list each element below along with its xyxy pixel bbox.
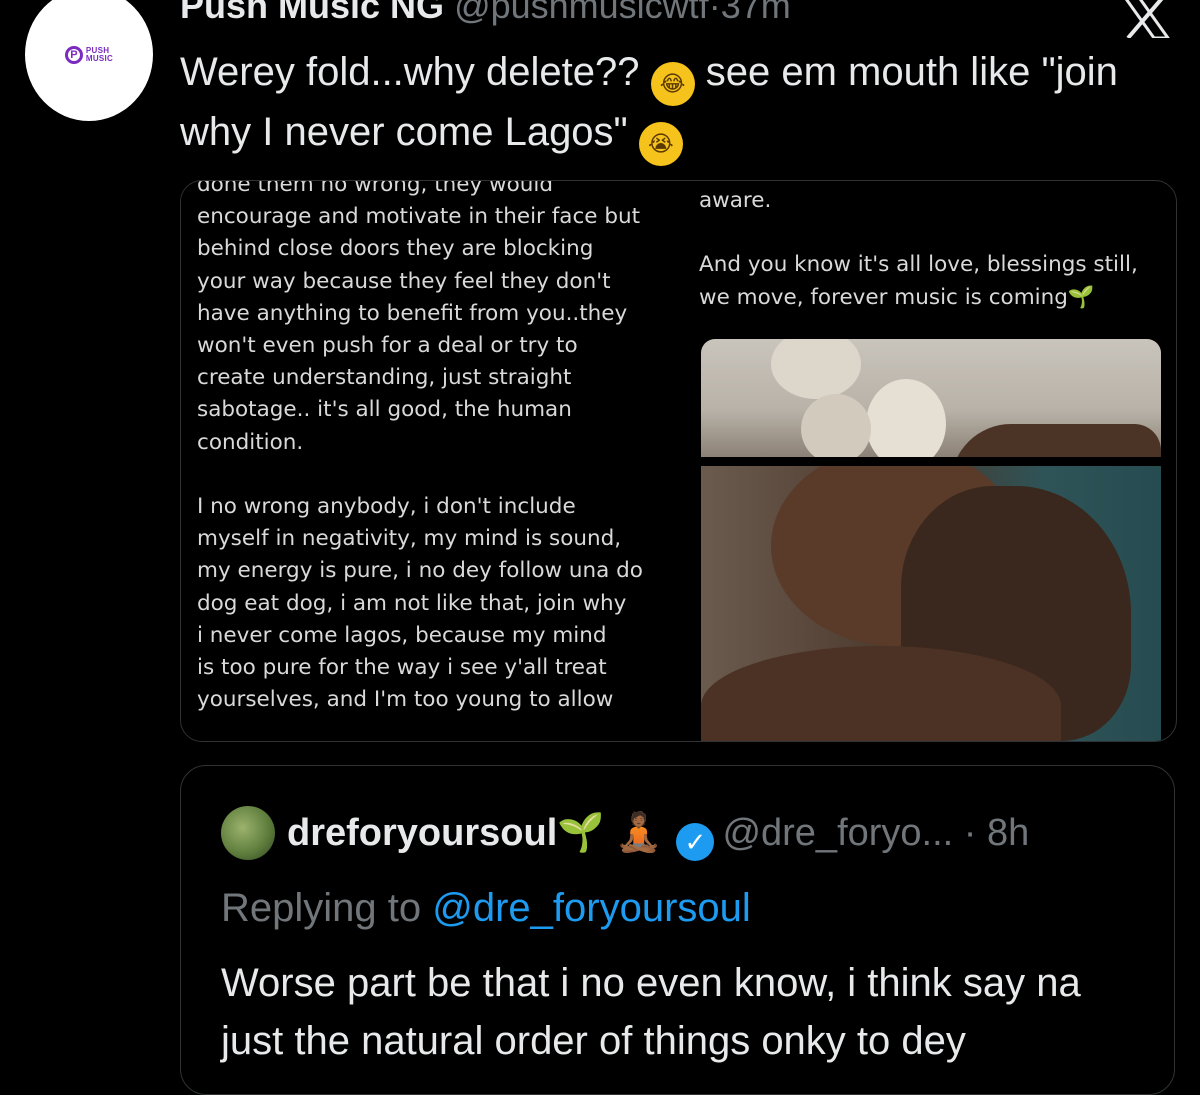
photo-top (701, 339, 1161, 457)
push-music-logo-icon: P (64, 45, 83, 64)
push-music-logo: P PUSH MUSIC (64, 45, 114, 64)
quoted-author-handle[interactable]: @dre_foryo... (722, 812, 953, 854)
quoted-tweet-header: dreforyoursoul🌱 🧘🏾 ✓ @dre_foryo... · 8h (287, 810, 1029, 861)
quoted-author-name[interactable]: dreforyoursoul🌱 🧘🏾 (287, 812, 662, 854)
crying-emoji-icon: 😭 (638, 122, 683, 166)
screenshot-right-text: aware. And you know it's all love, bless… (699, 188, 1138, 310)
author-name[interactable]: Push Music NG (180, 0, 444, 26)
replying-to: Replying to @dre_foryoursoul (221, 886, 751, 930)
verified-badge-icon: ✓ (676, 823, 715, 861)
laughing-emoji-icon: 😂 (650, 62, 695, 106)
screenshot-left-text: done them no wrong, they would encourage… (197, 180, 643, 713)
author-avatar[interactable]: P PUSH MUSIC (25, 0, 153, 121)
photo-bottom (701, 466, 1161, 741)
tweet-text: Werey fold...why delete?? 😂 see em mouth… (180, 46, 1170, 166)
quoted-tweet[interactable]: dreforyoursoul🌱 🧘🏾 ✓ @dre_foryo... · 8h Re… (180, 765, 1175, 1095)
tweet-header: Push Music NG @pushmusicwtf·37m (180, 0, 791, 26)
quoted-author-avatar[interactable] (221, 806, 275, 860)
logo-line2: MUSIC (85, 53, 114, 63)
tweet-time[interactable]: 37m (721, 0, 791, 26)
quoted-tweet-time[interactable]: 8h (987, 812, 1029, 854)
quoted-tweet-text: Worse part be that i no even know, i thi… (221, 961, 1081, 1063)
screenshot-left-panel: done them no wrong, they would encourage… (181, 181, 691, 741)
x-logo-icon[interactable] (1122, 0, 1170, 38)
author-handle[interactable]: @pushmusicwtf (454, 0, 709, 26)
attached-image[interactable]: done them no wrong, they would encourage… (180, 180, 1177, 742)
replying-to-link[interactable]: @dre_foryoursoul (432, 886, 751, 930)
